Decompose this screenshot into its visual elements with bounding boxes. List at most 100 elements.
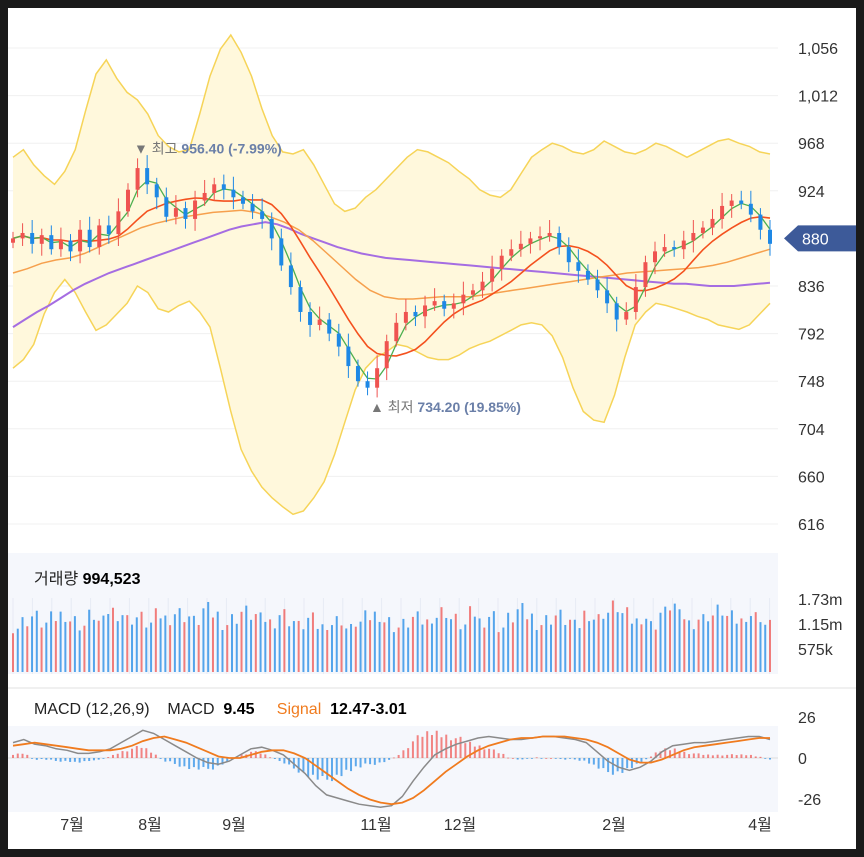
volume-bar bbox=[478, 618, 481, 672]
candle-body bbox=[768, 229, 772, 244]
macd-histogram-bar bbox=[749, 754, 752, 758]
candle-body bbox=[116, 211, 121, 235]
volume-bar bbox=[611, 600, 614, 672]
volume-bar bbox=[592, 619, 595, 672]
volume-bar bbox=[526, 619, 529, 672]
volume-bar bbox=[464, 624, 467, 672]
candle-body bbox=[106, 225, 111, 235]
volume-bar bbox=[754, 612, 757, 672]
volume-bar bbox=[116, 621, 119, 672]
price-tick-label: 792 bbox=[798, 327, 825, 344]
macd-histogram-bar bbox=[611, 758, 614, 775]
volume-bar bbox=[78, 630, 81, 672]
candle-body bbox=[212, 184, 217, 193]
volume-bar bbox=[188, 616, 191, 672]
volume-bar bbox=[226, 625, 229, 672]
macd-histogram-bar bbox=[440, 737, 443, 758]
macd-histogram-bar bbox=[597, 758, 600, 769]
candle-body bbox=[509, 249, 514, 256]
volume-bar bbox=[378, 621, 381, 672]
volume-bar bbox=[616, 612, 619, 672]
macd-histogram-bar bbox=[592, 758, 595, 765]
volume-tick-label: 575k bbox=[798, 642, 834, 659]
volume-bar bbox=[659, 612, 662, 672]
price-chart[interactable]: 1,056 1,012 968 924 836 792 748 704 660 616 880 ▼ … bbox=[8, 8, 856, 849]
volume-bar bbox=[707, 621, 710, 672]
macd-histogram-bar bbox=[345, 758, 348, 770]
candle-body bbox=[355, 366, 360, 382]
volume-bar bbox=[169, 625, 172, 672]
candle-body bbox=[231, 189, 236, 198]
macd-histogram-bar bbox=[454, 738, 457, 758]
candle-body bbox=[758, 214, 763, 230]
macd-value: 9.45 bbox=[223, 701, 255, 718]
macd-histogram-bar bbox=[549, 758, 552, 759]
candle-body bbox=[135, 168, 140, 190]
candle-body bbox=[470, 290, 475, 295]
low-marker: ▲ 최저 bbox=[370, 399, 414, 415]
macd-histogram-bar bbox=[359, 758, 362, 768]
candle-body bbox=[327, 319, 332, 334]
candle-body bbox=[11, 238, 15, 243]
candle-body bbox=[288, 265, 293, 288]
volume-bar bbox=[726, 615, 729, 672]
volume-bar bbox=[450, 619, 453, 672]
macd-histogram-bar bbox=[511, 758, 514, 759]
volume-bar bbox=[131, 624, 134, 672]
candle-body bbox=[633, 287, 638, 312]
volume-bar bbox=[330, 625, 333, 672]
macd-histogram-bar bbox=[135, 746, 138, 758]
volume-bar bbox=[388, 617, 391, 672]
candle-body bbox=[375, 368, 380, 388]
volume-bar bbox=[649, 621, 652, 672]
macd-histogram-bar bbox=[169, 758, 172, 762]
macd-histogram-bar bbox=[326, 758, 329, 780]
macd-histogram-bar bbox=[364, 758, 367, 764]
macd-histogram-bar bbox=[497, 753, 500, 758]
candle-body bbox=[700, 227, 705, 233]
candle-body bbox=[20, 232, 25, 239]
volume-bar bbox=[50, 611, 53, 672]
time-tick-label: 4월 bbox=[748, 816, 772, 834]
macd-histogram-bar bbox=[54, 758, 57, 761]
macd-panel-bg bbox=[8, 726, 778, 812]
volume-bar bbox=[302, 629, 305, 672]
volume-bar bbox=[445, 617, 448, 672]
volume-bar bbox=[183, 622, 186, 672]
volume-bar bbox=[192, 615, 195, 672]
macd-histogram-bar bbox=[711, 755, 714, 758]
macd-histogram-bar bbox=[92, 758, 95, 761]
volume-bar bbox=[92, 619, 95, 672]
volume-bar bbox=[207, 601, 210, 672]
candle-body bbox=[193, 200, 198, 219]
volume-bar bbox=[602, 618, 605, 672]
macd-histogram-bar bbox=[721, 755, 724, 758]
macd-histogram-bar bbox=[769, 758, 771, 760]
bollinger-band bbox=[12, 33, 771, 516]
volume-bar bbox=[345, 628, 348, 672]
candle-body bbox=[461, 294, 466, 304]
macd-histogram-bar bbox=[730, 754, 733, 758]
volume-bar bbox=[488, 616, 491, 672]
candle-body bbox=[336, 333, 341, 347]
price-tick-label: 748 bbox=[798, 374, 825, 391]
candle-body bbox=[240, 197, 245, 204]
signal-value: 12.47 bbox=[330, 701, 371, 718]
volume-bar bbox=[254, 614, 257, 672]
macd-histogram-bar bbox=[45, 758, 48, 760]
volume-bar bbox=[292, 621, 295, 672]
volume-bar bbox=[435, 617, 438, 672]
macd-histogram-bar bbox=[459, 736, 462, 758]
volume-bar bbox=[569, 619, 572, 672]
macd-histogram-bar bbox=[259, 753, 262, 758]
volume-bar bbox=[502, 627, 505, 672]
volume-bar bbox=[231, 614, 234, 672]
volume-bar bbox=[269, 619, 272, 672]
macd-tick-label: 26 bbox=[798, 710, 816, 727]
volume-bar bbox=[211, 617, 214, 672]
candle-body bbox=[739, 200, 744, 204]
volume-bar bbox=[73, 616, 76, 672]
volume-bar bbox=[411, 616, 414, 672]
price-tick-label: 924 bbox=[798, 184, 825, 201]
macd-histogram-bar bbox=[407, 748, 410, 758]
